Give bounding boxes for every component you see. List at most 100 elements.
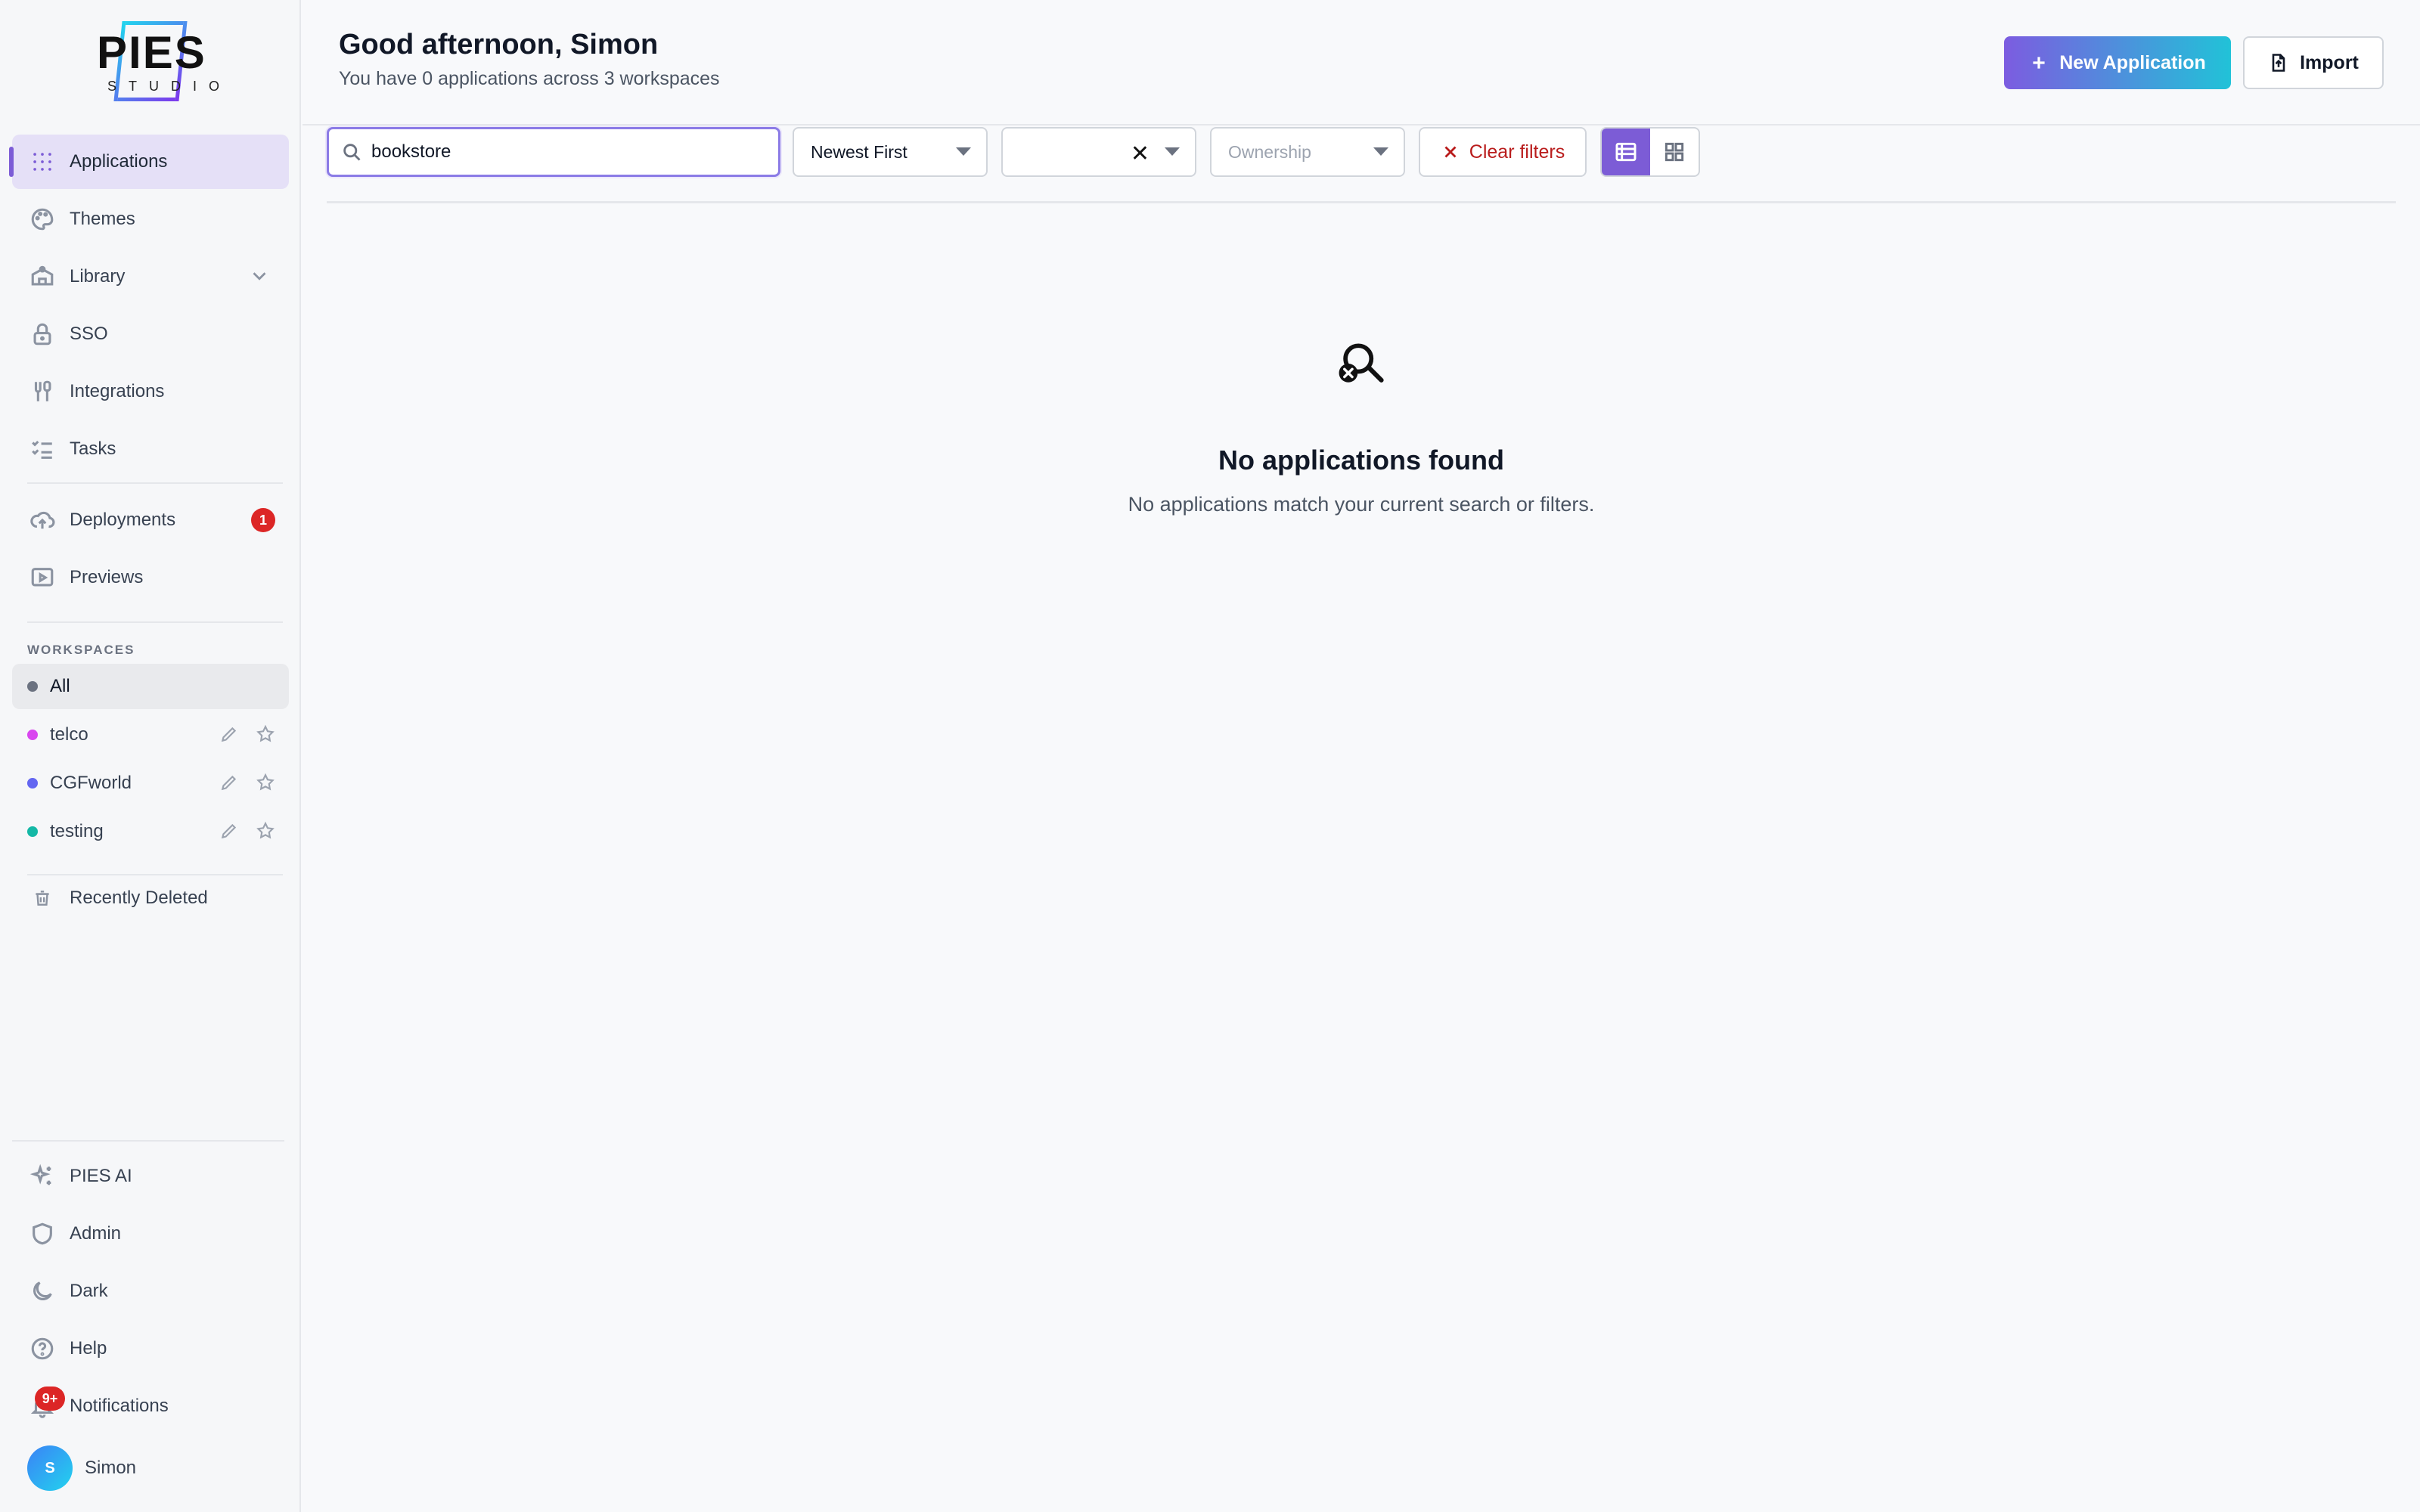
star-icon[interactable] — [256, 724, 275, 744]
sidebar-item-label: Recently Deleted — [70, 888, 208, 908]
tasks-icon — [27, 434, 57, 464]
workspace-label: All — [50, 676, 70, 696]
palette-icon — [27, 204, 57, 234]
logo-brand: PIES — [97, 27, 206, 78]
clear-selection-icon[interactable]: ✕ — [1131, 141, 1150, 167]
sparkles-icon — [27, 1161, 57, 1191]
grid-view-button[interactable] — [1650, 129, 1699, 175]
filter-separator — [327, 201, 2396, 203]
sidebar-item-label: PIES AI — [70, 1166, 132, 1186]
sidebar-item-label: Notifications — [70, 1396, 169, 1416]
clear-filters-button[interactable]: Clear filters — [1419, 127, 1587, 177]
new-application-label: New Application — [2059, 51, 2206, 73]
workspace-actions — [219, 773, 275, 792]
sidebar-divider — [27, 621, 283, 623]
workspace-select[interactable]: ✕ — [1001, 127, 1196, 177]
trash-icon — [27, 883, 57, 913]
workspace-label: telco — [50, 724, 88, 745]
grid-icon — [1665, 142, 1684, 162]
sidebar-item-label: Previews — [70, 567, 144, 587]
library-icon — [27, 262, 57, 292]
pies-studio-logo[interactable]: PIES STUDIO — [97, 21, 232, 106]
workspace-dot — [27, 778, 38, 789]
lock-icon — [27, 319, 57, 349]
sidebar-item-label: Applications — [70, 151, 168, 172]
notifications-badge: 9+ — [35, 1387, 65, 1411]
list-view-button[interactable] — [1602, 129, 1650, 175]
plug-icon — [27, 376, 57, 407]
workspace-actions — [219, 821, 275, 841]
sidebar-item-help[interactable]: Help — [12, 1321, 289, 1376]
sidebar-item-previews[interactable]: Previews — [12, 550, 289, 605]
star-icon[interactable] — [256, 821, 275, 841]
caret-down-icon — [1165, 147, 1180, 156]
workspace-dot — [27, 826, 38, 837]
moon-icon — [27, 1276, 57, 1306]
sidebar-item-deployments[interactable]: Deployments 1 — [12, 493, 289, 547]
grid-dots-icon — [27, 147, 57, 177]
workspace-item-cgfworld[interactable]: CGFworld — [12, 761, 289, 806]
caret-down-icon — [956, 147, 971, 156]
workspace-label: CGFworld — [50, 773, 132, 793]
ownership-placeholder: Ownership — [1228, 141, 1311, 162]
chevron-down-icon[interactable] — [248, 265, 271, 287]
sidebar-item-tasks[interactable]: Tasks — [12, 422, 289, 476]
shield-icon — [27, 1219, 57, 1249]
search-icon — [343, 144, 361, 161]
pencil-icon[interactable] — [219, 821, 239, 841]
import-label: Import — [2300, 51, 2359, 73]
sidebar: PIES STUDIO Applications Themes Library — [0, 0, 301, 1512]
workspace-dot — [27, 730, 38, 740]
workspace-item-all[interactable]: All — [12, 664, 289, 709]
page-title: Good afternoon, Simon — [339, 29, 659, 60]
sidebar-bottom-divider — [12, 1140, 284, 1142]
sidebar-item-library[interactable]: Library — [12, 249, 289, 304]
sort-select[interactable]: Newest First — [793, 127, 988, 177]
sidebar-item-admin[interactable]: Admin — [12, 1207, 289, 1261]
logo-sub: STUDIO — [107, 79, 232, 94]
new-application-button[interactable]: New Application — [2004, 36, 2231, 89]
sort-select-value: Newest First — [811, 141, 908, 162]
star-icon[interactable] — [256, 773, 275, 792]
close-icon — [1444, 146, 1457, 158]
sidebar-item-themes[interactable]: Themes — [12, 192, 289, 246]
clear-filters-label: Clear filters — [1469, 141, 1565, 163]
workspace-label: testing — [50, 821, 104, 841]
sidebar-item-label: Admin — [70, 1223, 122, 1244]
ownership-select[interactable]: Ownership — [1210, 127, 1405, 177]
search-input[interactable] — [371, 141, 765, 163]
main-content: Good afternoon, Simon You have 0 applica… — [302, 0, 2420, 1512]
cloud-upload-icon — [27, 505, 57, 535]
workspace-actions — [219, 724, 275, 744]
sidebar-item-pies-ai[interactable]: PIES AI — [12, 1149, 289, 1204]
sidebar-item-label: Dark — [70, 1281, 108, 1301]
import-button[interactable]: Import — [2243, 36, 2384, 89]
sidebar-item-integrations[interactable]: Integrations — [12, 364, 289, 419]
search-box[interactable] — [327, 127, 780, 177]
pencil-icon[interactable] — [219, 773, 239, 792]
sidebar-item-applications[interactable]: Applications — [9, 135, 289, 189]
file-import-icon — [2272, 54, 2285, 72]
sidebar-item-label: Deployments — [70, 510, 176, 530]
sidebar-item-label: Themes — [70, 209, 135, 229]
table-icon — [1615, 142, 1637, 162]
workspace-item-testing[interactable]: testing — [12, 809, 289, 854]
sidebar-item-label: Integrations — [70, 381, 165, 401]
view-toggle — [1600, 127, 1700, 177]
user-name[interactable]: Simon — [85, 1458, 136, 1479]
workspace-item-telco[interactable]: telco — [12, 712, 289, 758]
sidebar-item-label: Library — [70, 266, 126, 287]
sidebar-item-dark[interactable]: Dark — [12, 1264, 289, 1318]
sidebar-item-recently-deleted[interactable]: Recently Deleted — [12, 871, 289, 925]
avatar[interactable]: S — [27, 1445, 73, 1491]
caret-down-icon — [1373, 147, 1388, 156]
workspace-dot — [27, 681, 38, 692]
workspaces-label: WORKSPACES — [27, 643, 135, 657]
help-circle-icon — [27, 1334, 57, 1364]
sidebar-item-sso[interactable]: SSO — [12, 307, 289, 361]
sidebar-item-label: Tasks — [70, 438, 116, 459]
empty-state-title: No applications found — [1218, 445, 1504, 476]
pencil-icon[interactable] — [219, 724, 239, 744]
sidebar-divider — [27, 482, 283, 484]
page-subtitle: You have 0 applications across 3 workspa… — [339, 68, 720, 89]
